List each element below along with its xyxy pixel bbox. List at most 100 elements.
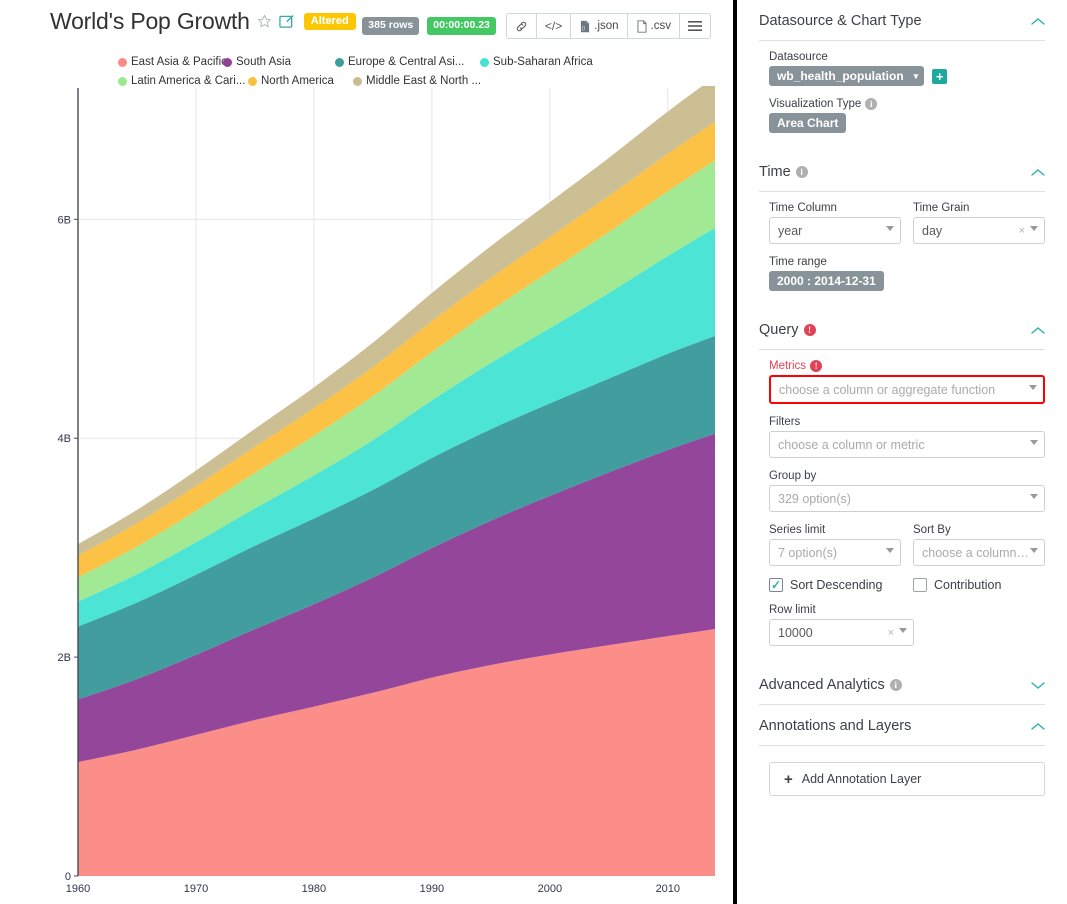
groupby-placeholder: 329 option(s) (778, 492, 1030, 506)
y-axis-tick-label: 0 (65, 871, 71, 883)
error-icon[interactable]: ! (804, 324, 816, 336)
section-header-query[interactable]: Query ! (749, 309, 1055, 349)
legend-item[interactable]: Europe & Central Asi... (335, 54, 480, 70)
rows-badge: 385 rows (362, 17, 419, 35)
section-query: Query ! Metrics ! choose a column or agg… (749, 309, 1055, 664)
chevron-up-icon[interactable] (1031, 17, 1045, 26)
section-body-datasource-chart-type: Datasource wb_health_population ▾ + Visu… (749, 41, 1055, 151)
more-menu-button[interactable] (680, 13, 711, 39)
legend-item[interactable]: South Asia (223, 54, 335, 70)
filters-control: Filters choose a column or metric (769, 416, 1045, 458)
view-query-button[interactable]: </> (537, 13, 571, 39)
section-title-datasource-chart-type: Datasource & Chart Type (759, 13, 922, 29)
contribution-label: Contribution (934, 578, 1001, 592)
legend-color-swatch (335, 58, 344, 67)
row-limit-control: Row limit 10000 × (769, 604, 914, 646)
section-body-query: Metrics ! choose a column or aggregate f… (749, 350, 1055, 664)
status-badge: Altered (304, 13, 356, 31)
clear-icon[interactable]: × (888, 627, 894, 639)
y-axis-tick-label: 6B (58, 214, 71, 226)
section-header-advanced-analytics[interactable]: Advanced Analytics i (749, 664, 1055, 704)
add-annotation-layer-button[interactable]: + Add Annotation Layer (769, 762, 1045, 796)
time-range-value[interactable]: 2000 : 2014-12-31 (769, 271, 884, 291)
export-json-button[interactable]: {} .json (571, 13, 627, 39)
contribution-checkbox[interactable]: Contribution (913, 578, 1045, 592)
series-limit-control: Series limit 7 option(s) (769, 524, 901, 566)
clear-icon[interactable]: × (1019, 225, 1025, 237)
x-axis-tick-label: 1980 (302, 883, 326, 895)
time-grain-control: Time Grain day × (913, 202, 1045, 244)
export-json-label: .json (594, 20, 618, 32)
info-icon[interactable]: i (890, 679, 902, 691)
section-header-datasource-chart-type[interactable]: Datasource & Chart Type (749, 0, 1055, 40)
info-icon[interactable]: i (865, 98, 877, 110)
x-axis-tick-label: 1990 (420, 883, 444, 895)
row-limit-value: 10000 (778, 626, 888, 640)
section-title-query: Query ! (759, 322, 816, 338)
chevron-up-icon[interactable] (1031, 326, 1045, 335)
section-header-time[interactable]: Time i (749, 151, 1055, 191)
sort-by-placeholder: choose a column or a... (922, 546, 1030, 560)
chevron-up-icon[interactable] (1031, 722, 1045, 731)
code-icon: </> (545, 19, 562, 33)
y-axis-tick-label: 4B (58, 433, 71, 445)
file-json-icon: {} (579, 20, 591, 33)
metrics-label: Metrics ! (769, 360, 1045, 372)
time-grain-label: Time Grain (913, 202, 1045, 214)
checkbox-checked-icon: ✓ (769, 578, 783, 592)
legend-color-swatch (248, 77, 257, 86)
plus-icon: + (936, 70, 944, 83)
legend-label: South Asia (236, 56, 291, 68)
sort-descending-checkbox[interactable]: ✓ Sort Descending (769, 578, 901, 592)
sort-by-control: Sort By choose a column or a... (913, 524, 1045, 566)
datasource-select[interactable]: wb_health_population ▾ (769, 66, 924, 86)
legend-color-swatch (223, 58, 232, 67)
star-outline-icon[interactable] (257, 14, 272, 29)
metrics-select[interactable]: choose a column or aggregate function (769, 375, 1045, 404)
legend-item[interactable]: East Asia & Pacific (118, 54, 223, 70)
viz-type-control: Visualization Type i Area Chart (769, 98, 1045, 133)
time-grain-select[interactable]: day × (913, 217, 1045, 244)
viz-type-select[interactable]: Area Chart (769, 113, 846, 133)
section-title-advanced-analytics-text: Advanced Analytics (759, 677, 885, 693)
query-time-badge: 00:00:00.23 (427, 17, 496, 35)
metrics-control: Metrics ! choose a column or aggregate f… (769, 360, 1045, 404)
legend-color-swatch (353, 77, 362, 86)
toolbar-button-group: </> {} .json .csv (506, 13, 711, 39)
edit-properties-icon[interactable] (279, 14, 294, 29)
viz-type-label-text: Visualization Type (769, 98, 861, 110)
groupby-select[interactable]: 329 option(s) (769, 485, 1045, 512)
chevron-down-icon: ▾ (914, 71, 919, 82)
time-column-control: Time Column year (769, 202, 901, 244)
chevron-down-icon[interactable] (1031, 681, 1045, 690)
share-link-button[interactable] (506, 13, 537, 39)
section-advanced-analytics: Advanced Analytics i (749, 664, 1055, 705)
section-body-time: Time Column year Time Grain day × T (749, 192, 1055, 309)
legend-label: East Asia & Pacific (131, 56, 227, 68)
sort-by-select[interactable]: choose a column or a... (913, 539, 1045, 566)
chart-plot-area: 02B4B6B196019701980199020002010 (0, 86, 733, 904)
add-datasource-button[interactable]: + (932, 69, 947, 84)
error-icon[interactable]: ! (810, 360, 822, 372)
export-csv-button[interactable]: .csv (628, 13, 680, 39)
series-limit-label: Series limit (769, 524, 901, 536)
time-range-control: Time range 2000 : 2014-12-31 (769, 256, 1045, 291)
row-limit-select[interactable]: 10000 × (769, 619, 914, 646)
legend-color-swatch (118, 58, 127, 67)
x-axis-tick-label: 2010 (656, 883, 680, 895)
metrics-label-text: Metrics (769, 360, 806, 372)
section-header-annotations-and-layers[interactable]: Annotations and Layers (749, 705, 1055, 745)
info-icon[interactable]: i (796, 166, 808, 178)
control-panel: Datasource & Chart Type Datasource wb_he… (737, 0, 1067, 904)
legend-label: Sub-Saharan Africa (493, 56, 593, 68)
datasource-value: wb_health_population (777, 69, 904, 83)
legend-item[interactable]: Sub-Saharan Africa (480, 54, 598, 70)
series-limit-select[interactable]: 7 option(s) (769, 539, 901, 566)
time-column-select[interactable]: year (769, 217, 901, 244)
legend-color-swatch (118, 77, 127, 86)
chevron-up-icon[interactable] (1031, 168, 1045, 177)
filters-select[interactable]: choose a column or metric (769, 431, 1045, 458)
section-title-advanced-analytics: Advanced Analytics i (759, 677, 902, 693)
area-chart-svg[interactable]: 02B4B6B196019701980199020002010 (0, 86, 733, 904)
groupby-control: Group by 329 option(s) (769, 470, 1045, 512)
